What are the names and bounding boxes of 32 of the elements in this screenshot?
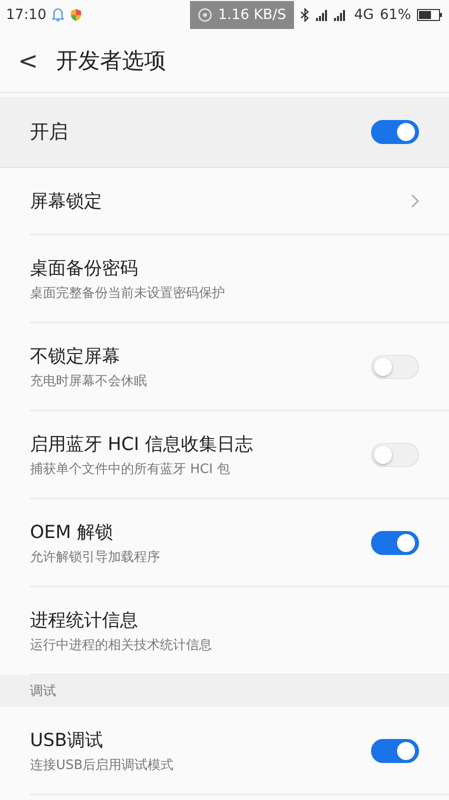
toggle-switch[interactable] [371, 442, 419, 466]
setting-title[interactable]: OEM 解锁 [30, 520, 371, 544]
section-header: 调试 [30, 683, 56, 700]
setting-title[interactable]: 启用蓝牙 HCI 信息收集日志 [30, 432, 371, 456]
bluetooth-icon [300, 8, 310, 22]
chevron-icon [411, 194, 419, 208]
bell-icon [52, 8, 64, 22]
battery-icon [417, 9, 443, 21]
setting-description: 允许解锁引导加载程序 [30, 548, 161, 566]
battery-percent: 61% [380, 7, 411, 23]
setting-title[interactable]: 桌面备份密码 [30, 256, 419, 280]
toggle-switch[interactable] [371, 354, 419, 378]
setting-title[interactable]: 不锁定屏幕 [30, 344, 371, 368]
back-button[interactable]: < [18, 47, 38, 75]
network-type: 4G [354, 7, 374, 23]
shield-icon [70, 8, 82, 22]
setting-description: 连接USB后启用调试模式 [30, 756, 175, 774]
setting-title[interactable]: 进程统计信息 [30, 608, 419, 632]
clock: 17:10 [6, 7, 46, 23]
setting-title[interactable]: USB调试 [30, 728, 371, 752]
setting-title: 开启 [30, 120, 68, 145]
toggle-switch[interactable] [371, 738, 419, 762]
toggle-switch[interactable] [371, 530, 419, 554]
setting-description: 桌面完整备份当前未设置密码保护 [30, 284, 226, 302]
hotspot-icon [198, 8, 212, 22]
setting-description: 捕获单个文件中的所有蓝牙 HCI 包 [30, 460, 231, 478]
page-title: 开发者选项 [56, 48, 166, 76]
toggle-switch[interactable] [371, 120, 419, 144]
setting-description: 充电时屏幕不会休眠 [30, 372, 148, 390]
setting-description: 运行中进程的相关技术统计信息 [30, 636, 213, 654]
setting-title[interactable]: 屏幕锁定 [30, 189, 411, 213]
network-speed: 1.16 KB/S [218, 7, 286, 23]
